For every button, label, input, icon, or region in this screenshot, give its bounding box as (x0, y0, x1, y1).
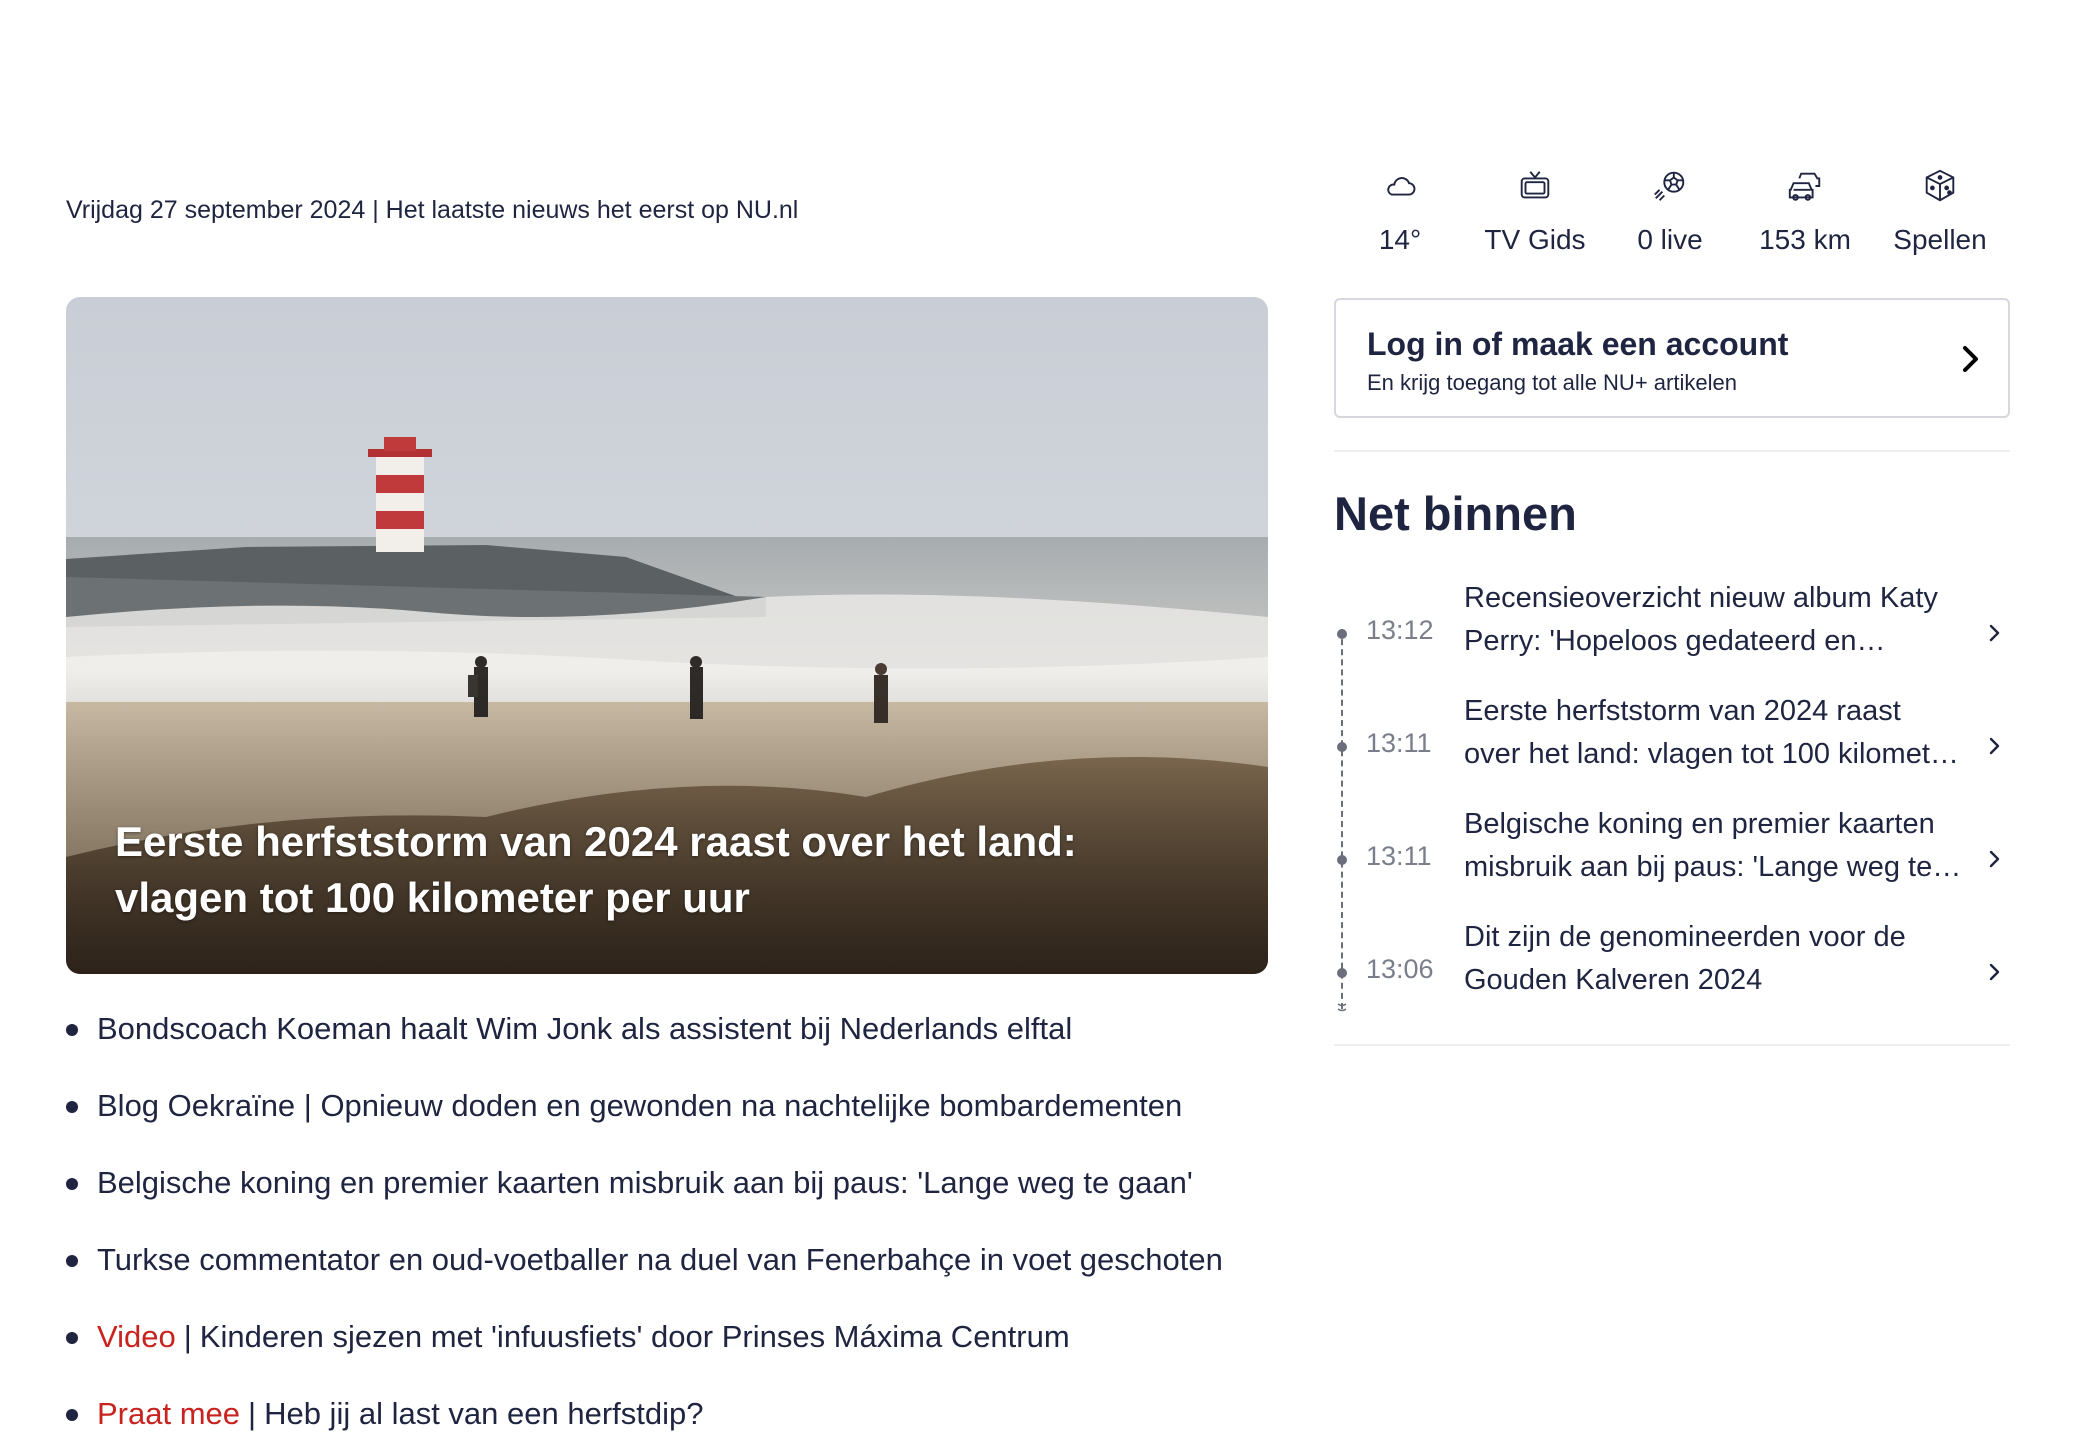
net-binnen-title: Net binnen (1334, 487, 1577, 540)
headline-list: Bondscoach Koeman haalt Wim Jonk als ass… (66, 1004, 1286, 1454)
dateline: Vrijdag 27 september 2024 | Het laatste … (66, 196, 799, 224)
list-item[interactable]: Praat mee | Heb jij al last van een herfst… (66, 1389, 1286, 1454)
tv-guide-label: TV Gids (1484, 224, 1586, 255)
login-subtitle: En krijg toegang tot alle NU+ artikelen (1367, 370, 1737, 395)
chevron-right-icon (1989, 963, 2000, 981)
headline-text: Turkse commentator en oud-voetballer na … (97, 1242, 1223, 1277)
bullet-dot (66, 1332, 78, 1344)
list-item[interactable]: Bondscoach Koeman haalt Wim Jonk als ass… (66, 1004, 1286, 1081)
headline-text: Kinderen sjezen met 'infuusfiets' door P… (199, 1319, 1070, 1354)
live-sports-label: 0 live (1637, 224, 1703, 255)
games-link[interactable]: Spellen (1875, 164, 2005, 264)
list-item[interactable]: Turkse commentator en oud-voetballer na … (66, 1235, 1286, 1312)
tag-separator: | (183, 1319, 192, 1354)
praat-mee-tag: Praat mee (97, 1396, 241, 1431)
item-time: 13:11 (1366, 728, 1432, 758)
net-binnen-item[interactable]: 13:11 Belgische koning en premier kaarte… (1334, 803, 2010, 916)
bullet-dot (66, 1409, 78, 1421)
headline-text: Belgische koning en premier kaarten misb… (97, 1165, 1193, 1200)
item-title: Recensieoverzicht nieuw album Katy Perry… (1464, 582, 1938, 657)
login-title: Log in of maak een account (1367, 326, 1789, 362)
net-binnen-item[interactable]: 13:11 Eerste herfststorm van 2024 raast … (1334, 690, 2010, 803)
login-card[interactable]: Log in of maak een account En krijg toeg… (1334, 298, 2010, 418)
chevron-right-icon (1989, 624, 2000, 642)
headline-text: Heb jij al last van een herfstdip? (264, 1396, 704, 1431)
bullet-dot (66, 1024, 78, 1036)
traffic-label: 153 km (1759, 224, 1851, 255)
tag-separator: | (248, 1396, 257, 1431)
item-time: 13:11 (1366, 841, 1432, 871)
net-binnen-timeline: 13:12 Recensieoverzicht nieuw album Katy… (1334, 577, 2010, 1017)
headline-text: Blog Oekraïne | Opnieuw doden en gewonde… (97, 1088, 1183, 1123)
chevron-right-icon (1989, 850, 2000, 868)
tv-icon (1515, 164, 1555, 208)
net-binnen-item[interactable]: 13:12 Recensieoverzicht nieuw album Katy… (1334, 577, 2010, 690)
list-item[interactable]: Blog Oekraïne | Opnieuw doden en gewonde… (66, 1081, 1286, 1158)
games-label: Spellen (1893, 224, 1987, 255)
list-item[interactable]: Video | Kinderen sjezen met 'infuusfiets' … (66, 1312, 1286, 1389)
bullet-dot (66, 1101, 78, 1113)
hero-headline: Eerste herfststorm van 2024 raast over h… (115, 818, 1077, 921)
item-title: Belgische koning en premier kaarten misb… (1464, 808, 1935, 883)
item-time: 13:06 (1366, 954, 1434, 984)
timeline-dot (1337, 629, 1347, 639)
weather-link[interactable]: 14° (1335, 164, 1465, 264)
list-item[interactable]: Belgische koning en premier kaarten misb… (66, 1158, 1286, 1235)
traffic-cars-icon (1785, 164, 1825, 208)
live-sports-link[interactable]: 0 live (1605, 164, 1735, 264)
hero-article[interactable]: Eerste herfststorm van 2024 raast over h… (66, 297, 1268, 974)
service-shortcuts: 14° TV Gids 0 live 153 km Spellen (1335, 164, 2005, 264)
bullet-dot (66, 1255, 78, 1267)
headline-text: Bondscoach Koeman haalt Wim Jonk als ass… (97, 1011, 1073, 1046)
timeline-dot (1337, 742, 1347, 752)
soccer-ball-icon (1650, 164, 1690, 208)
chevron-right-icon (1963, 346, 1978, 372)
divider (1334, 450, 2010, 452)
weather-label: 14° (1378, 224, 1422, 255)
timeline-dot (1337, 855, 1347, 865)
item-title: Eerste herfststorm van 2024 raast over h… (1464, 695, 1956, 770)
tv-guide-link[interactable]: TV Gids (1470, 164, 1600, 264)
chevron-right-icon (1989, 737, 2000, 755)
video-tag: Video (97, 1319, 176, 1354)
item-title: Dit zijn de genomineerden voor de Gouden… (1464, 921, 1906, 996)
bullet-dot (66, 1178, 78, 1190)
item-time: 13:12 (1366, 615, 1434, 645)
page: Vrijdag 27 september 2024 | Het laatste … (0, 0, 2076, 1454)
cloud-icon (1380, 164, 1420, 208)
timeline-dot (1337, 968, 1347, 978)
net-binnen-item[interactable]: 13:06 Dit zijn de genomineerden voor de … (1334, 916, 2010, 1029)
dice-icon (1920, 164, 1960, 208)
traffic-link[interactable]: 153 km (1740, 164, 1870, 264)
divider (1334, 1044, 2010, 1046)
